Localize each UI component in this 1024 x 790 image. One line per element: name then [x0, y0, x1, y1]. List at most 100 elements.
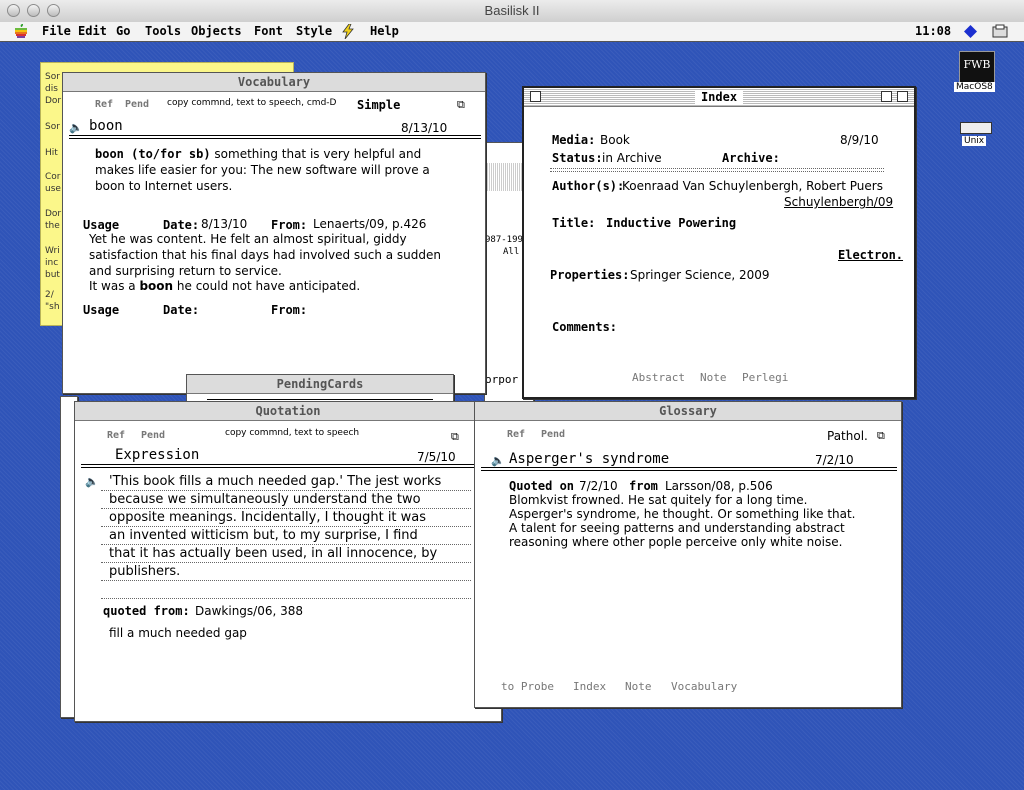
reference-link[interactable]: Schuylenbergh/09: [784, 195, 893, 209]
vocabulary-title-bar[interactable]: Vocabulary: [63, 73, 485, 92]
properties-label: Properties:: [550, 268, 630, 282]
menu-go[interactable]: Go: [116, 24, 130, 38]
usage2-label: Usage: [83, 303, 120, 317]
glossary-term: Asperger's syndrome: [509, 451, 670, 467]
subject-link[interactable]: Electron.: [838, 248, 903, 262]
quotation-line-4: an invented witticism but, to my surpris…: [109, 528, 418, 543]
glossary-ref-tab[interactable]: Ref: [507, 429, 525, 440]
quotation-line-3: opposite meanings. Incidentally, I thoug…: [109, 510, 427, 525]
quotation-window[interactable]: Quotation Ref Pend copy commnd, text to …: [74, 401, 502, 722]
quoted-from-value: Dawkings/06, 388: [195, 604, 304, 618]
archive-label: Archive:: [722, 151, 780, 165]
application-menu-diamond-icon[interactable]: [964, 25, 977, 38]
index-title-bar[interactable]: Index: [524, 88, 914, 107]
comments-label: Comments:: [552, 320, 618, 334]
quotation-line-5: that it has actually been used, in all i…: [109, 546, 438, 561]
status-value: in Archive: [602, 151, 662, 165]
glossary-line-2: Asperger's syndrome, he thought. Or some…: [509, 507, 856, 521]
glossary-title-bar[interactable]: Glossary: [475, 402, 901, 421]
index-date: 8/9/10: [840, 133, 879, 147]
macos8-disk-label[interactable]: MacOS8: [954, 82, 995, 92]
glossary-from-label: from: [629, 479, 658, 493]
glossary-pend-tab[interactable]: Pend: [541, 429, 565, 440]
glossary-kind[interactable]: Pathol.: [827, 429, 868, 443]
to-probe-button[interactable]: to Probe: [501, 680, 554, 693]
host-title: Basilisk II: [484, 3, 540, 18]
glossary-date: 7/2/10: [815, 453, 854, 467]
vocab-kind[interactable]: Simple: [357, 98, 400, 112]
lightning-icon[interactable]: [342, 24, 354, 39]
quotation-pend-tab[interactable]: Pend: [141, 430, 165, 441]
unix-disk-icon[interactable]: [960, 122, 992, 134]
glossary-quoted-date: 7/2/10: [579, 479, 618, 493]
vocabulary-window[interactable]: Vocabulary Ref Pend copy commnd, text to…: [62, 72, 486, 394]
close-window-button[interactable]: [7, 4, 20, 17]
index-close-box[interactable]: [530, 91, 541, 102]
menu-bar: File Edit Go Tools Objects Font Style He…: [0, 22, 1024, 42]
zoom-window-button[interactable]: [47, 4, 60, 17]
status-label: Status:: [552, 151, 603, 165]
usage-date-label: Date:: [163, 218, 200, 232]
note-button[interactable]: Note: [700, 371, 727, 384]
quotation-note: fill a much needed gap: [109, 626, 247, 640]
apple-menu-icon[interactable]: [14, 24, 28, 38]
quotation-line-1: 'This book fills a much needed gap.' The…: [109, 474, 442, 489]
menu-font[interactable]: Font: [254, 24, 283, 38]
finder-app-icon[interactable]: [992, 24, 1008, 39]
ref-tab[interactable]: Ref: [95, 99, 113, 110]
media-label: Media:: [552, 133, 596, 147]
usage-quote-line-4: It was a boon he could not have anticipa…: [89, 279, 361, 293]
usage-quote-line-1: Yet he was content. He felt an almost sp…: [89, 232, 407, 246]
quotation-copy-icon[interactable]: ⧉: [451, 430, 459, 444]
index-window[interactable]: Index Media: Book 8/9/10 Status: in Arch…: [522, 86, 916, 399]
quoted-from-label: quoted from:: [103, 604, 190, 618]
glossary-note-button[interactable]: Note: [625, 680, 652, 693]
glossary-index-button[interactable]: Index: [573, 680, 606, 693]
usage-from-label: From:: [271, 218, 308, 232]
unix-disk-label[interactable]: Unix: [962, 136, 987, 146]
pend-tab[interactable]: Pend: [125, 99, 149, 110]
usage-from: Lenaerts/09, p.426: [313, 217, 427, 231]
quotation-title-bar[interactable]: Quotation: [75, 402, 501, 421]
abstract-button[interactable]: Abstract: [632, 371, 685, 384]
glossary-line-3: A talent for seeing patterns and underst…: [509, 521, 845, 535]
vocab-date: 8/13/10: [401, 121, 448, 135]
usage-quote-line-2: satisfaction that his final days had inv…: [89, 248, 442, 262]
menu-edit[interactable]: Edit: [78, 24, 107, 38]
pendingcards-title-bar[interactable]: PendingCards: [187, 375, 453, 394]
properties-value: Springer Science, 2009: [630, 268, 770, 282]
work-title: Inductive Powering: [606, 216, 737, 230]
speaker-icon[interactable]: 🔈: [69, 121, 83, 134]
menu-tools[interactable]: Tools: [145, 24, 181, 38]
host-title-bar[interactable]: Basilisk II: [0, 0, 1024, 23]
vocab-definition-line-1: boon (to/for sb) something that is very …: [95, 147, 422, 161]
glossary-source: Larsson/08, p.506: [665, 479, 773, 493]
glossary-quoted-label: Quoted on: [509, 479, 575, 493]
quotation-date: 7/5/10: [417, 450, 456, 464]
media-value: Book: [600, 133, 630, 147]
glossary-line-4: reasoning where other pople perceive onl…: [509, 535, 843, 549]
fwb-disk-icon[interactable]: FWB: [959, 51, 995, 83]
glossary-speaker-icon[interactable]: 🔈: [491, 454, 505, 467]
usage2-date-label: Date:: [163, 303, 200, 317]
usage2-from-label: From:: [271, 303, 308, 317]
glossary-window[interactable]: Glossary Ref Pend Pathol. ⧉ 🔈 Asperger's…: [474, 401, 902, 708]
quotation-speaker-icon[interactable]: 🔈: [85, 475, 99, 488]
minimize-window-button[interactable]: [27, 4, 40, 17]
glossary-copy-icon[interactable]: ⧉: [877, 429, 885, 443]
glossary-vocabulary-button[interactable]: Vocabulary: [671, 680, 737, 693]
authors-label: Author(s):: [552, 179, 625, 193]
usage-label: Usage: [83, 218, 120, 232]
menu-help[interactable]: Help: [370, 24, 399, 38]
index-collapse-box[interactable]: [897, 91, 908, 102]
copy-icon[interactable]: ⧉: [457, 98, 465, 112]
menu-style[interactable]: Style: [296, 24, 332, 38]
quotation-hint: copy commnd, text to speech: [225, 428, 360, 438]
perlegi-button[interactable]: Perlegi: [742, 371, 788, 384]
quotation-ref-tab[interactable]: Ref: [107, 430, 125, 441]
menu-objects[interactable]: Objects: [191, 24, 242, 38]
quotation-line-2: because we simultaneously understand the…: [109, 492, 421, 507]
quotation-line-6: publishers.: [109, 564, 181, 579]
menu-file[interactable]: File: [42, 24, 71, 38]
index-zoom-box[interactable]: [881, 91, 892, 102]
